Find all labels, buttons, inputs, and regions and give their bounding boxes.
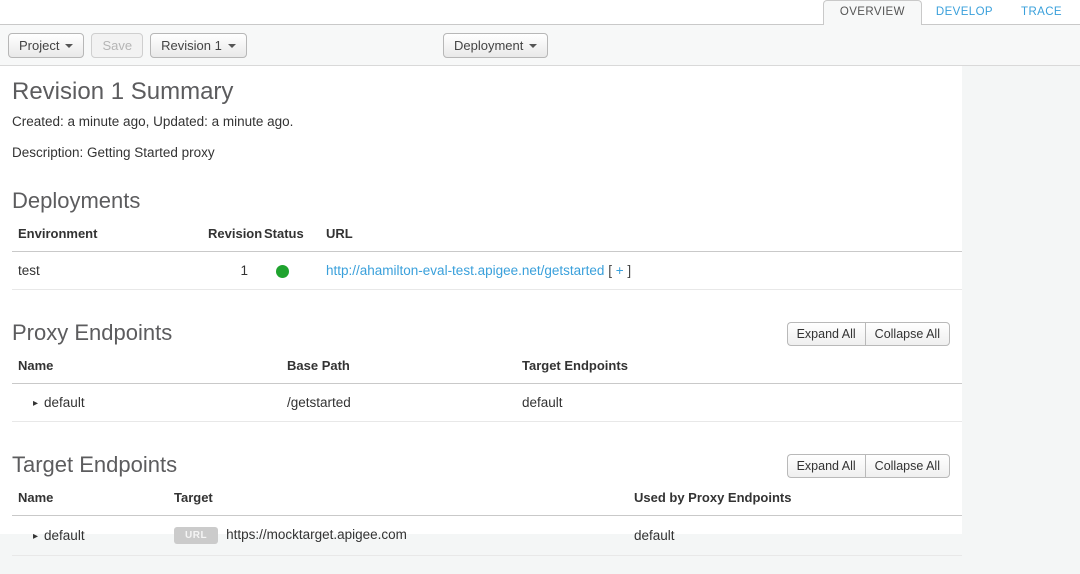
project-dropdown-button[interactable]: Project (8, 33, 84, 58)
target-endpoints-table: Name Target Used by Proxy Endpoints ▸ def… (12, 478, 962, 556)
target-endpoint-name-cell: ▸ default (12, 516, 168, 556)
deployment-status-cell (258, 252, 320, 290)
chevron-down-icon (529, 44, 537, 48)
column-revision: Revision (202, 214, 258, 252)
proxy-endpoint-row: ▸ default /getstarted default (12, 384, 962, 422)
tab-develop[interactable]: DEVELOP (922, 1, 1007, 24)
column-url: URL (320, 214, 962, 252)
target-endpoints-header-row: Name Target Used by Proxy Endpoints (12, 478, 962, 516)
deployment-row: test 1 http://ahamilton-eval-test.apigee… (12, 252, 962, 290)
deployments-table: Environment Revision Status URL test 1 h… (12, 214, 962, 290)
proxy-endpoints-table: Name Base Path Target Endpoints ▸ default… (12, 346, 962, 422)
target-collapse-all-button[interactable]: Collapse All (865, 454, 950, 478)
deployment-environment: test (12, 252, 202, 290)
target-endpoints-button-group: Expand All Collapse All (787, 454, 950, 478)
tab-bar: OVERVIEW DEVELOP TRACE (0, 0, 1080, 25)
tab-overview[interactable]: OVERVIEW (823, 0, 922, 25)
target-endpoint-target-cell: URL https://mocktarget.apigee.com (168, 516, 628, 556)
deployment-url-link[interactable]: http://ahamilton-eval-test.apigee.net/ge… (326, 263, 604, 278)
deployments-title: Deployments (12, 188, 140, 214)
target-endpoint-row: ▸ default URL https://mocktarget.apigee.co… (12, 516, 962, 556)
target-endpoint-used-by: default (628, 516, 962, 556)
target-endpoint-url: https://mocktarget.apigee.com (226, 527, 407, 542)
proxy-endpoints-title: Proxy Endpoints (12, 320, 172, 346)
toolbar: Project Save Revision 1 Deployment (0, 25, 1080, 66)
revision-meta-text: Created: a minute ago, Updated: a minute… (12, 114, 950, 129)
proxy-endpoints-header-row: Name Base Path Target Endpoints (12, 346, 962, 384)
url-type-badge: URL (174, 527, 218, 544)
chevron-down-icon (65, 44, 73, 48)
column-status: Status (258, 214, 320, 252)
revision-dropdown-button[interactable]: Revision 1 (150, 33, 247, 58)
column-target: Target (168, 478, 628, 516)
deployments-header-row: Environment Revision Status URL (12, 214, 962, 252)
chevron-down-icon (228, 44, 236, 48)
deployment-dropdown-label: Deployment (454, 38, 523, 53)
save-button-label: Save (102, 38, 132, 53)
proxy-endpoint-name: default (44, 395, 85, 410)
proxy-endpoints-button-group: Expand All Collapse All (787, 322, 950, 346)
proxy-collapse-all-button[interactable]: Collapse All (865, 322, 950, 346)
deployment-revision: 1 (202, 252, 258, 290)
target-endpoints-title: Target Endpoints (12, 452, 177, 478)
revision-dropdown-label: Revision 1 (161, 38, 222, 53)
tab-trace[interactable]: TRACE (1007, 1, 1076, 24)
target-endpoint-name: default (44, 528, 85, 543)
row-expander-icon[interactable]: ▸ (33, 398, 38, 409)
revision-description: Description: Getting Started proxy (12, 145, 950, 160)
target-endpoints-section-header: Target Endpoints Expand All Collapse All (12, 452, 950, 478)
main-content: Revision 1 Summary Created: a minute ago… (0, 66, 962, 534)
expand-bracket-close: ] (627, 263, 631, 278)
proxy-endpoints-section-header: Proxy Endpoints Expand All Collapse All (12, 320, 950, 346)
column-base-path: Base Path (281, 346, 516, 384)
target-expand-all-button[interactable]: Expand All (787, 454, 865, 478)
column-environment: Environment (12, 214, 202, 252)
column-name: Name (12, 478, 168, 516)
column-name: Name (12, 346, 281, 384)
page-title: Revision 1 Summary (12, 78, 950, 106)
deployment-dropdown-button[interactable]: Deployment (443, 33, 548, 58)
column-target-endpoints: Target Endpoints (516, 346, 962, 384)
project-dropdown-label: Project (19, 38, 59, 53)
proxy-expand-all-button[interactable]: Expand All (787, 322, 865, 346)
status-green-dot-icon (276, 265, 289, 278)
proxy-endpoint-name-cell: ▸ default (12, 384, 281, 422)
url-expand-plus-link[interactable]: + (616, 263, 624, 278)
deployment-url-cell: http://ahamilton-eval-test.apigee.net/ge… (320, 252, 962, 290)
proxy-endpoint-targets: default (516, 384, 962, 422)
deployments-section-header: Deployments (12, 188, 950, 214)
save-button[interactable]: Save (91, 33, 143, 58)
expand-bracket-open: [ (608, 263, 612, 278)
proxy-endpoint-base-path: /getstarted (281, 384, 516, 422)
column-used-by: Used by Proxy Endpoints (628, 478, 962, 516)
row-expander-icon[interactable]: ▸ (33, 531, 38, 542)
